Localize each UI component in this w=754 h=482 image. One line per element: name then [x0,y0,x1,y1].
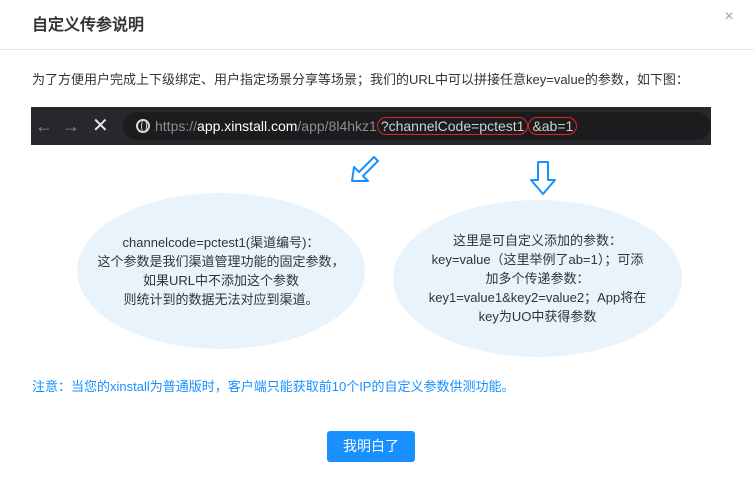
forward-arrow-icon: → [62,116,80,136]
back-arrow-icon: ← [35,116,53,136]
browser-address-bar-image: ← → ✕ https://app.xinstall.com/app/8l4hk… [31,107,711,145]
custom-param-text: 这里是可自定义添加的参数： key=value（这里举例了ab=1）；可添 加多… [428,233,647,324]
close-tab-icon: ✕ [92,115,109,137]
note-text: 注意：当您的xinstall为普通版时，客户端只能获取前10个IP的自定义参数供… [32,379,515,394]
fixed-param-bubble: channelcode=pctest1(渠道编号)： 这个参数是我们渠道管理功能… [77,193,365,349]
url-box: https://app.xinstall.com/app/8l4hkz1 ?cha… [123,112,711,140]
custom-param-bubble: 这里是可自定义添加的参数： key=value（这里举例了ab=1）；可添 加多… [393,200,682,357]
dialog-title: 自定义传参说明 [32,17,145,34]
url-path: /app/8l4hkz1 [297,118,377,134]
param-fixed-highlight: ?channelCode=pctest1 [376,117,529,135]
url-host: app.xinstall.com [197,118,298,134]
dialog-header: 自定义传参说明 × [0,0,754,50]
down-arrow-icon [530,161,556,195]
url-text: https://app.xinstall.com/app/8l4hkz1 ?cha… [155,117,578,135]
fixed-param-text: channelcode=pctest1(渠道编号)： 这个参数是我们渠道管理功能… [97,235,345,307]
diagonal-arrow-icon [351,156,379,182]
close-icon[interactable]: × [721,9,737,25]
url-scheme: https:// [155,118,198,134]
param-custom-highlight: &ab=1 [528,117,578,135]
globe-icon [136,119,150,133]
confirm-button[interactable]: 我明白了 [327,431,415,462]
intro-text: 为了方便用户完成上下级绑定、用户指定场景分享等场景；我们的URL中可以拼接任意k… [32,72,689,87]
